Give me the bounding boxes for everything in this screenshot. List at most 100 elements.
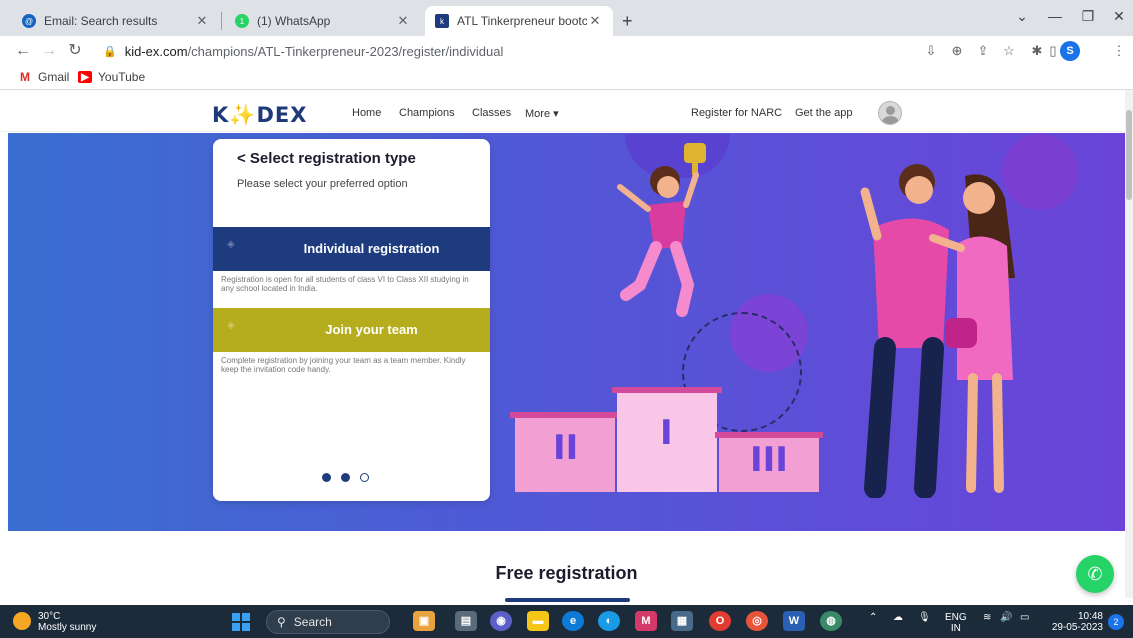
tab-title: ATL Tinkerpreneur bootcamp to [457,14,587,28]
minimize-icon[interactable]: — [1041,8,1069,24]
bookmarks-bar [0,66,1133,90]
tray-overflow-icon[interactable]: ⌃ [869,612,877,623]
clock-date: 29-05-2023 [1051,622,1103,633]
scrollbar-thumb[interactable] [1126,110,1132,200]
taskbar-app-chrome-icon[interactable]: ◎ [746,611,768,631]
carousel-dot-1[interactable] [322,473,331,482]
share-icon[interactable]: ⇪ [972,40,994,62]
nav-get-the-app[interactable]: Get the app [795,107,853,119]
taskbar-app-mcafee-icon[interactable]: M [635,611,657,631]
taskbar-search[interactable]: ⚲ Search [266,610,390,634]
bookmark-gmail[interactable]: M Gmail [18,70,69,84]
address-bar[interactable]: 🔒 kid-ex.com /champions/ATL-Tinkerpreneu… [103,39,913,63]
menu-icon[interactable]: ⋮ [1108,40,1130,62]
carousel-dot-2[interactable] [341,473,350,482]
youtube-icon: ▶ [78,71,92,83]
nav-more[interactable]: More ▾ [525,107,559,120]
podium-label-first: I [660,413,673,453]
logo-rest: DEX [256,103,308,127]
user-avatar[interactable] [878,101,902,125]
clock-time: 10:48 [1077,611,1103,622]
gmail-icon: M [20,70,30,84]
nav-home[interactable]: Home [352,107,381,119]
logo-spark-icon: ✨ [229,103,257,127]
carousel-dot-3[interactable] [360,473,369,482]
microphone-icon[interactable]: 🎙 [918,612,931,623]
tab-search-icon[interactable]: ⌄ [1008,8,1036,25]
forward-icon[interactable]: → [38,40,60,62]
podium-label-third: III [750,440,788,480]
taskbar-app-chrome-canary-icon[interactable]: ◐ [598,611,620,631]
new-tab-button[interactable]: + [622,12,633,30]
girl-with-trophy-illustration [617,143,706,317]
tab-whatsapp[interactable]: 1 (1) WhatsApp ✕ [225,6,421,36]
taskbar-app-widgets-icon[interactable]: ▣ [413,611,435,631]
taskbar-app-maps-icon[interactable]: ◍ [820,611,842,631]
weather-sun-icon[interactable] [13,612,31,630]
podium-top-third [715,432,823,438]
bookmark-star-icon[interactable]: ☆ [998,40,1020,62]
language-code: ENG [945,612,967,623]
tab-title: (1) WhatsApp [257,14,331,28]
taskbar-app-store-icon[interactable]: ▦ [671,611,693,631]
whatsapp-icon: ✆ [1087,564,1103,584]
heading-underline [505,598,630,602]
free-registration-heading: Free registration [495,563,638,583]
kidex-logo[interactable]: K✨DEX [212,103,307,128]
url-host: kid-ex.com [124,43,188,59]
zoom-icon[interactable]: ⊕ [946,40,968,62]
email-icon: @ [22,14,36,28]
notification-badge[interactable]: 2 [1108,614,1124,630]
wifi-icon[interactable]: ≋ [983,612,991,623]
join-team-description: Complete registration by joining your te… [221,356,466,374]
individual-registration-label[interactable]: Individual registration [213,241,490,256]
whatsapp-icon: 1 [235,14,249,28]
close-icon[interactable]: ✕ [587,13,603,29]
weather-desc: Mostly sunny [38,622,97,633]
window-close-icon[interactable]: ✕ [1105,8,1133,25]
search-icon: ⚲ [277,615,286,629]
logo-k: K [212,103,230,127]
bookmark-youtube[interactable]: ▶ YouTube [78,70,145,84]
volume-icon[interactable]: 🔊 [1000,612,1012,623]
podium-top-first [612,387,722,393]
taskbar-app-file-explorer-icon[interactable]: ▬ [527,611,549,631]
battery-icon[interactable]: ▭ [1020,612,1029,623]
taskbar-app-edge-icon[interactable]: e [562,611,584,631]
couple-illustration [860,164,1015,498]
restore-icon[interactable]: ❐ [1074,8,1102,25]
nav-classes[interactable]: Classes [472,107,511,119]
nav-register-narc[interactable]: Register for NARC [691,107,782,119]
system-clock[interactable]: 10:48 29-05-2023 [1048,611,1103,633]
weather-temp: 30°C [38,611,61,622]
tab-atl-tinkerpreneur[interactable]: k ATL Tinkerpreneur bootcamp to ✕ [425,6,613,36]
taskbar-app-taskview-icon[interactable]: ▤ [455,611,477,631]
nav-champions[interactable]: Champions [399,107,455,119]
site-header [0,90,1133,132]
join-team-label[interactable]: Join your team [213,322,490,337]
kidex-icon: k [435,14,449,28]
language-region: IN [950,623,961,634]
profile-avatar[interactable]: S [1060,41,1080,61]
tab-divider [221,12,222,30]
close-icon[interactable]: ✕ [395,13,411,29]
onedrive-icon[interactable]: ☁ [893,612,903,623]
taskbar-app-word-icon[interactable]: W [783,611,805,631]
podium-top-second [510,412,620,418]
tab-email[interactable]: @ Email: Search results ✕ [12,6,220,36]
card-title-back-button[interactable]: < Select registration type [237,150,416,167]
lock-icon: 🔒 [103,45,117,58]
taskbar-app-office-icon[interactable]: O [709,611,731,631]
install-app-icon[interactable]: ⇩ [920,40,942,62]
back-icon[interactable]: ← [12,40,34,62]
taskbar-app-chat-icon[interactable]: ◉ [490,611,512,631]
taskbar-search-label: Search [293,615,332,629]
individual-registration-description: Registration is open for all students of… [221,275,469,293]
reload-icon[interactable]: ↻ [64,40,86,62]
tab-title: Email: Search results [44,14,158,28]
weather-widget[interactable]: 30°C Mostly sunny [38,611,96,633]
windows-start-icon[interactable] [232,613,250,631]
language-indicator[interactable]: ENG IN [945,612,967,634]
whatsapp-chat-button[interactable]: ✆ [1076,555,1114,593]
close-icon[interactable]: ✕ [194,13,210,29]
